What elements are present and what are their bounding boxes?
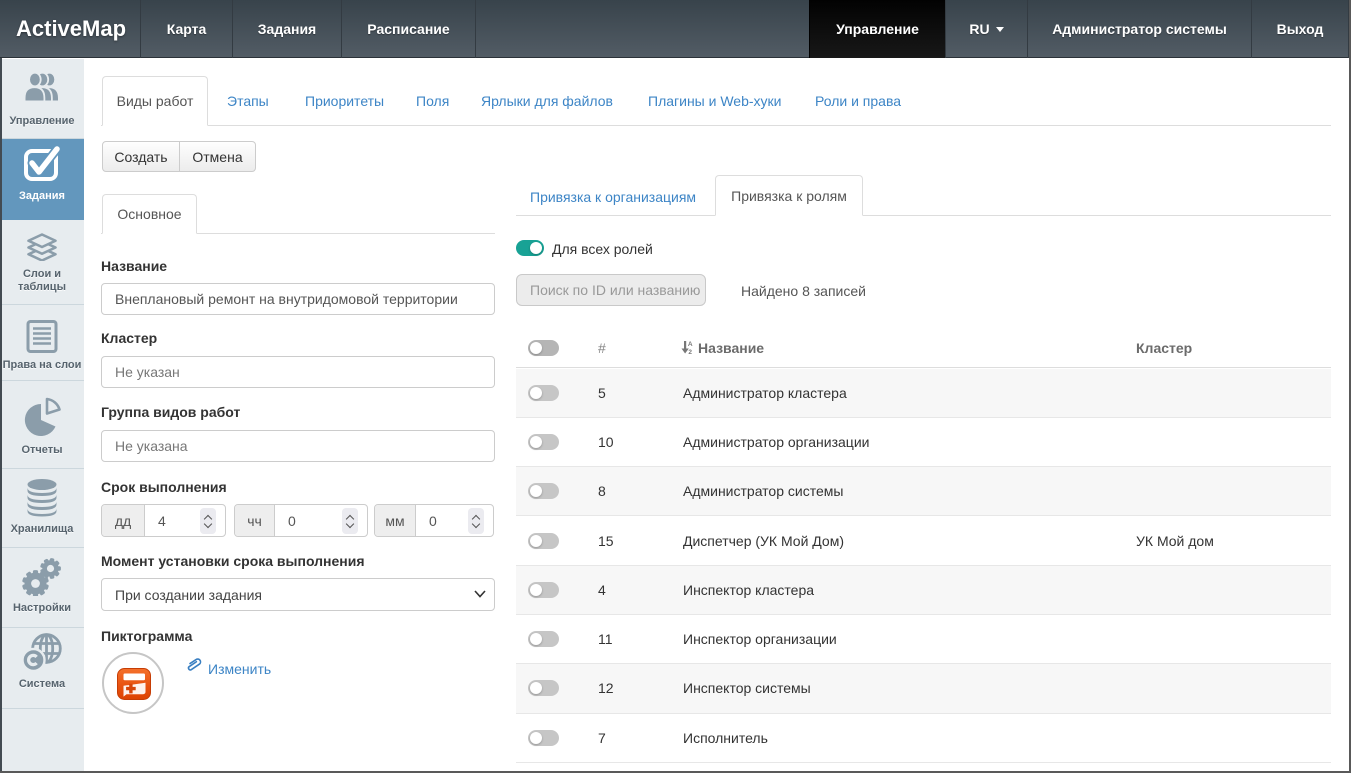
svg-text:2: 2 [688, 349, 692, 355]
svg-text:А: А [688, 341, 693, 348]
